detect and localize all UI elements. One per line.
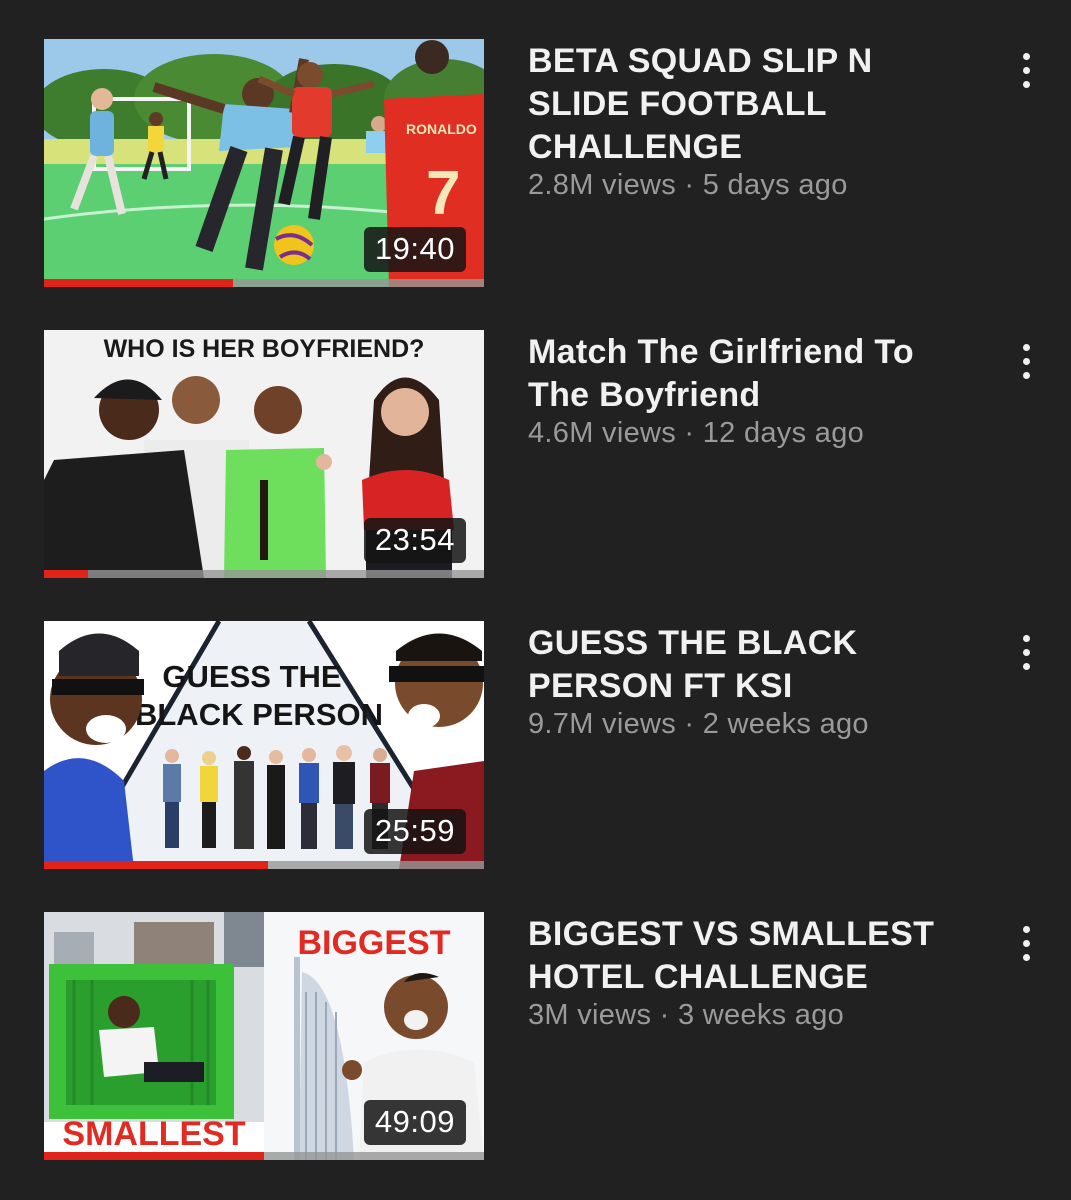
thumbnail-caption-top: BIGGEST xyxy=(297,924,450,962)
video-thumbnail[interactable]: GUESS THE BLACK PERSON 25:59 xyxy=(44,621,484,869)
video-stats: 4.6M views · 12 days ago xyxy=(528,415,978,451)
video-meta: GUESS THE BLACK PERSON FT KSI 9.7M views… xyxy=(528,621,978,742)
stats-separator: · xyxy=(684,169,695,201)
watch-progress-fill xyxy=(44,570,88,578)
video-title[interactable]: Match The Girlfriend To The Boyfriend xyxy=(528,331,978,417)
jersey-name-text: RONALDO xyxy=(406,121,477,137)
video-item[interactable]: WHO IS HER BOYFRIEND? 23:54 Match The Gi… xyxy=(0,330,1071,580)
thumbnail-caption-bottom: SMALLEST xyxy=(62,1115,245,1153)
jersey-number-text: 7 xyxy=(426,159,460,228)
watch-progress-bar xyxy=(44,1152,484,1160)
video-meta: Match The Girlfriend To The Boyfriend 4.… xyxy=(528,330,978,451)
video-item[interactable]: SMALLEST BIGGEST 49:09 BIGGEST VS SMALLE… xyxy=(0,912,1071,1162)
stats-separator: · xyxy=(659,999,670,1031)
more-vert-icon[interactable] xyxy=(1010,47,1044,95)
video-meta: BETA SQUAD SLIP N SLIDE FOOTBALL CHALLEN… xyxy=(528,39,978,203)
video-thumbnail[interactable]: WHO IS HER BOYFRIEND? 23:54 xyxy=(44,330,484,578)
more-vert-icon[interactable] xyxy=(1010,338,1044,386)
video-stats: 2.8M views · 5 days ago xyxy=(528,167,978,203)
video-title[interactable]: BIGGEST VS SMALLEST HOTEL CHALLENGE xyxy=(528,913,978,999)
video-title[interactable]: BETA SQUAD SLIP N SLIDE FOOTBALL CHALLEN… xyxy=(528,40,978,169)
watch-progress-fill xyxy=(44,1152,264,1160)
upload-age: 3 weeks ago xyxy=(677,999,845,1031)
watch-progress-bar xyxy=(44,861,484,869)
watch-progress-fill xyxy=(44,861,269,869)
video-list: RONALDO 7 19:40 BETA SQUAD SLIP N SLIDE … xyxy=(0,0,1071,1200)
upload-age: 12 days ago xyxy=(702,417,865,449)
watch-progress-fill xyxy=(44,279,234,287)
watch-progress-bar xyxy=(44,279,484,287)
thumbnail-caption-line2: BLACK PERSON xyxy=(135,697,383,732)
video-thumbnail[interactable]: RONALDO 7 19:40 xyxy=(44,39,484,287)
view-count: 3M views xyxy=(528,999,652,1031)
video-stats: 9.7M views · 2 weeks ago xyxy=(528,706,978,742)
video-stats: 3M views · 3 weeks ago xyxy=(528,997,978,1033)
stats-separator: · xyxy=(684,417,695,449)
video-duration: 19:40 xyxy=(363,227,466,272)
video-item[interactable]: GUESS THE BLACK PERSON 25:59 GUESS THE B… xyxy=(0,621,1071,871)
stats-separator: · xyxy=(684,708,695,740)
thumbnail-caption-line1: GUESS THE xyxy=(162,659,341,694)
thumbnail-caption: WHO IS HER BOYFRIEND? xyxy=(104,335,425,363)
view-count: 4.6M views xyxy=(528,417,677,449)
upload-age: 2 weeks ago xyxy=(702,708,869,740)
view-count: 2.8M views xyxy=(528,169,677,201)
video-thumbnail[interactable]: SMALLEST BIGGEST 49:09 xyxy=(44,912,484,1160)
more-vert-icon[interactable] xyxy=(1010,920,1044,968)
view-count: 9.7M views xyxy=(528,708,677,740)
video-title[interactable]: GUESS THE BLACK PERSON FT KSI xyxy=(528,622,978,708)
video-item[interactable]: RONALDO 7 19:40 BETA SQUAD SLIP N SLIDE … xyxy=(0,39,1071,289)
upload-age: 5 days ago xyxy=(702,169,848,201)
video-duration: 49:09 xyxy=(363,1100,466,1145)
video-meta: BIGGEST VS SMALLEST HOTEL CHALLENGE 3M v… xyxy=(528,912,978,1033)
video-duration: 23:54 xyxy=(363,518,466,563)
watch-progress-bar xyxy=(44,570,484,578)
more-vert-icon[interactable] xyxy=(1010,629,1044,677)
video-duration: 25:59 xyxy=(363,809,466,854)
